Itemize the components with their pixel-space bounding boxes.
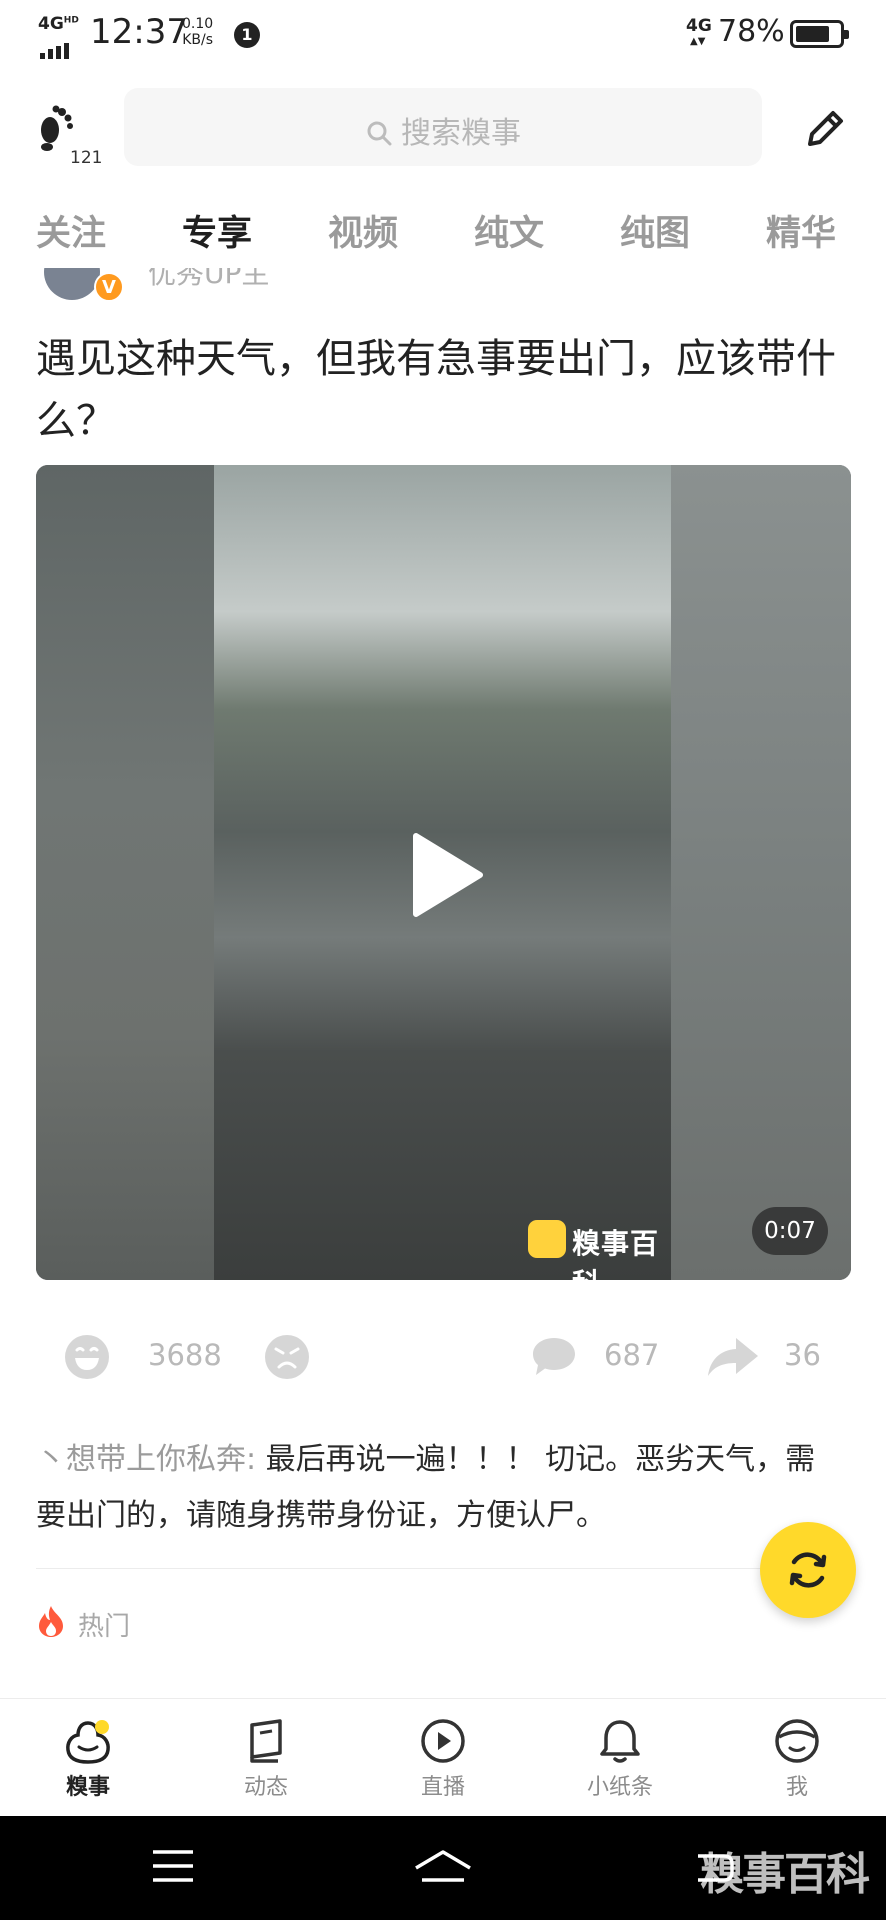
home-icon[interactable]	[412, 1846, 474, 1886]
share-count: 36	[784, 1338, 821, 1372]
search-bar[interactable]: 搜索糗事	[124, 88, 762, 166]
tab-label: 精华	[766, 214, 837, 254]
battery-icon	[790, 20, 849, 48]
tab-label: 纯文	[474, 214, 545, 254]
divider	[36, 1568, 850, 1569]
hot-label: 热门	[78, 1612, 131, 1642]
clock: 12:37	[90, 12, 188, 52]
qiushi-icon	[66, 1720, 110, 1764]
tab-follow[interactable]: 关注	[36, 205, 106, 256]
refresh-button[interactable]	[760, 1522, 856, 1618]
video-player[interactable]: 糗事百科 0:07	[36, 465, 851, 1280]
nav-label: 直播	[420, 1775, 465, 1800]
data-arrows-icon: ▲▼	[690, 36, 706, 47]
menu-icon[interactable]	[150, 1846, 196, 1886]
network-speed: 0.10 KB/s	[182, 16, 213, 48]
video-blur-right	[671, 465, 851, 1280]
tab-video[interactable]: 视频	[328, 205, 398, 256]
nav-qiushi[interactable]: 糗事	[28, 1717, 148, 1801]
post-title[interactable]: 遇见这种天气，但我有急事要出门，应该带什么？	[36, 328, 856, 452]
network-indicator: 4GHD	[38, 14, 88, 59]
top-comment[interactable]: 丶想带上你私奔: 最后再说一遍！！！ 切记。恶劣天气，需要出门的，请随身携带身份…	[36, 1432, 836, 1544]
live-play-icon	[421, 1719, 465, 1763]
nav-label: 动态	[243, 1775, 288, 1800]
nav-label: 小纸条	[586, 1775, 653, 1800]
battery-percent: 78%	[718, 14, 785, 49]
nav-dynamics[interactable]: 动态	[206, 1717, 326, 1801]
share-icon[interactable]	[706, 1334, 760, 1380]
qiushi-logo-icon	[528, 1220, 566, 1258]
profile-face-icon	[775, 1719, 819, 1763]
notification-badge: 1	[234, 22, 260, 48]
tab-exclusive[interactable]: 专享	[182, 205, 253, 256]
bell-icon	[600, 1720, 640, 1763]
book-icon	[250, 1719, 282, 1763]
mobile-data-label: 4G	[686, 16, 712, 36]
refresh-icon	[789, 1552, 827, 1588]
tab-featured[interactable]: 精华	[766, 205, 836, 256]
nav-me[interactable]: 我	[737, 1717, 857, 1801]
tab-label: 纯图	[620, 214, 691, 254]
footprint-icon	[41, 105, 73, 151]
author-name[interactable]: 优秀UP主	[148, 268, 269, 292]
avatar[interactable]	[44, 268, 100, 300]
category-tabs: 关注 专享 视频 纯文 纯图 精华	[0, 205, 886, 265]
search-placeholder: 搜索糗事	[401, 116, 521, 151]
comment-user[interactable]: 丶想带上你私奔:	[36, 1442, 256, 1477]
signal-icon	[40, 40, 72, 59]
post-author[interactable]: 优秀UP主	[44, 268, 344, 302]
network-hd: HD	[63, 15, 79, 26]
fire-icon	[39, 1606, 63, 1637]
comment-icon[interactable]	[530, 1334, 578, 1380]
nav-notes[interactable]: 小纸条	[560, 1717, 680, 1801]
tab-image[interactable]: 纯图	[620, 205, 690, 256]
compose-button[interactable]	[800, 104, 850, 154]
nav-label: 我	[785, 1775, 808, 1800]
footprint-count: 121	[70, 148, 103, 168]
tab-label: 关注	[36, 214, 107, 254]
network-type: 4G	[38, 14, 64, 34]
laugh-icon[interactable]	[64, 1334, 110, 1380]
app-watermark: 糗事百科	[700, 1849, 870, 1900]
bottom-nav: 糗事 动态 直播 小纸条 我	[0, 1698, 886, 1816]
tab-text[interactable]: 纯文	[474, 205, 544, 256]
video-duration: 0:07	[752, 1207, 828, 1255]
nav-label: 糗事	[65, 1775, 110, 1800]
nav-live[interactable]: 直播	[383, 1717, 503, 1801]
video-blur-left	[36, 465, 214, 1280]
like-count: 3688	[148, 1338, 222, 1372]
search-icon	[367, 121, 392, 146]
tab-label: 视频	[328, 214, 399, 254]
speed-value: 0.10	[182, 16, 214, 32]
post-actions: 3688 687 36	[0, 1330, 886, 1386]
status-bar: 4GHD 12:37 0.10 KB/s 1 4G ▲▼ 78%	[0, 0, 886, 70]
hot-section-label: 热门	[36, 1604, 130, 1644]
watermark-text: 糗事百科	[572, 1227, 660, 1280]
footprint-button[interactable]	[36, 100, 106, 180]
pencil-icon	[808, 111, 843, 146]
video-watermark: 糗事百科	[528, 1220, 668, 1280]
verified-badge: V	[94, 272, 124, 302]
play-icon[interactable]	[406, 830, 486, 920]
tab-label: 专享	[182, 214, 253, 254]
comment-count: 687	[604, 1338, 660, 1372]
sad-icon[interactable]	[264, 1334, 310, 1380]
speed-unit: KB/s	[182, 32, 213, 48]
